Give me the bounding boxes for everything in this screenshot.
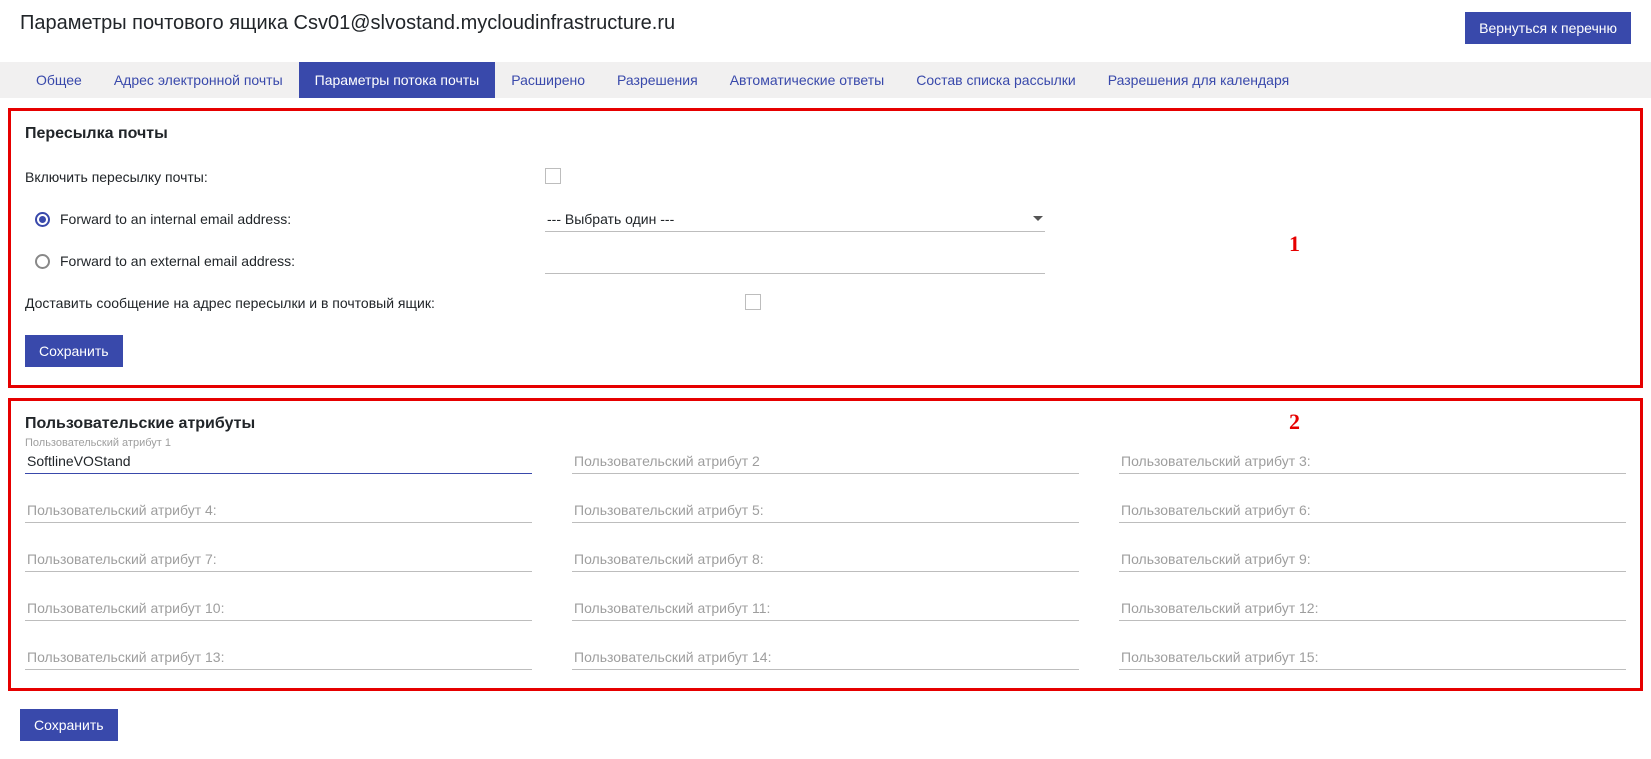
section-mail-forwarding: 1 Пересылка почты Включить пересылку поч… — [8, 108, 1643, 388]
return-to-list-button[interactable]: Вернуться к перечню — [1465, 12, 1631, 44]
attr1-label: Пользовательский атрибут 1 — [25, 437, 171, 449]
radio-forward-external[interactable] — [35, 254, 50, 269]
custom-attribute-9-input[interactable] — [1119, 545, 1626, 572]
custom-attribute-5-input[interactable] — [572, 496, 1079, 523]
forward-internal-select[interactable]: --- Выбрать один --- — [545, 207, 1045, 232]
radio-forward-internal[interactable] — [35, 212, 50, 227]
save-button-footer[interactable]: Сохранить — [20, 709, 118, 741]
tab-calendar-permissions[interactable]: Разрешения для календаря — [1092, 62, 1305, 98]
annotation-number-1: 1 — [1289, 231, 1300, 257]
radio-forward-internal-label: Forward to an internal email address: — [60, 211, 291, 227]
custom-attribute-13-input[interactable] — [25, 643, 532, 670]
tab-distribution-list[interactable]: Состав списка рассылки — [900, 62, 1092, 98]
custom-attribute-3-input[interactable] — [1119, 447, 1626, 474]
tab-auto-reply[interactable]: Автоматические ответы — [714, 62, 901, 98]
chevron-down-icon — [1033, 216, 1043, 221]
custom-attribute-11-input[interactable] — [572, 594, 1079, 621]
tab-permissions[interactable]: Разрешения — [601, 62, 714, 98]
section-title-forwarding: Пересылка почты — [25, 125, 1626, 143]
deliver-to-both-label: Доставить сообщение на адрес пересылки и… — [25, 295, 435, 311]
custom-attribute-15-input[interactable] — [1119, 643, 1626, 670]
annotation-number-2: 2 — [1289, 409, 1300, 435]
tab-email-address[interactable]: Адрес электронной почты — [98, 62, 299, 98]
custom-attribute-4-input[interactable] — [25, 496, 532, 523]
save-button-section1[interactable]: Сохранить — [25, 335, 123, 367]
custom-attribute-14-input[interactable] — [572, 643, 1079, 670]
tab-advanced[interactable]: Расширено — [495, 62, 601, 98]
enable-forwarding-label: Включить пересылку почты: — [25, 169, 208, 185]
custom-attribute-12-input[interactable] — [1119, 594, 1626, 621]
section-custom-attributes: 2 Пользовательские атрибуты Пользователь… — [8, 398, 1643, 691]
custom-attribute-10-input[interactable] — [25, 594, 532, 621]
custom-attribute-8-input[interactable] — [572, 545, 1079, 572]
tabs-bar: Общее Адрес электронной почты Параметры … — [0, 62, 1651, 98]
enable-forwarding-checkbox[interactable] — [545, 168, 561, 184]
tab-general[interactable]: Общее — [20, 62, 98, 98]
deliver-to-both-checkbox[interactable] — [745, 294, 761, 310]
custom-attribute-7-input[interactable] — [25, 545, 532, 572]
custom-attribute-2-input[interactable] — [572, 447, 1079, 474]
radio-forward-external-label: Forward to an external email address: — [60, 253, 295, 269]
tab-mail-flow-params[interactable]: Параметры потока почты — [299, 62, 496, 98]
forward-internal-select-value: --- Выбрать один --- — [547, 211, 674, 227]
section-title-attributes: Пользовательские атрибуты — [25, 415, 1626, 433]
custom-attribute-6-input[interactable] — [1119, 496, 1626, 523]
forward-external-input[interactable] — [545, 249, 1045, 274]
custom-attribute-1-input[interactable] — [25, 447, 532, 474]
page-title: Параметры почтового ящика Csv01@slvostan… — [20, 12, 675, 35]
